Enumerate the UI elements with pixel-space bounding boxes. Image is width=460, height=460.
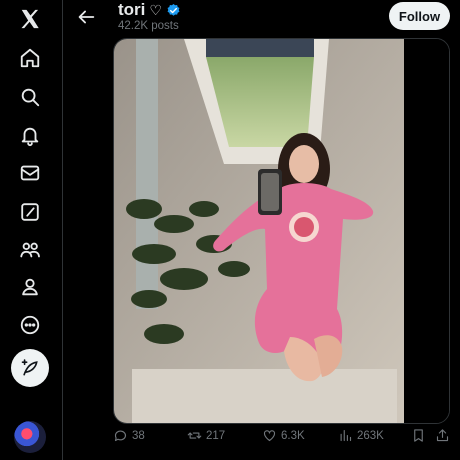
heart-glyph: ♡ — [149, 1, 162, 18]
follow-button[interactable]: Follow — [389, 2, 450, 30]
bookmark-icon — [414, 429, 423, 442]
account-avatar[interactable] — [14, 421, 46, 453]
repost-button[interactable]: 217 — [187, 428, 225, 443]
post-media-image[interactable] — [113, 38, 450, 424]
reply-icon — [114, 430, 127, 442]
back-arrow-icon[interactable] — [75, 6, 97, 28]
reply-button[interactable]: 38 — [113, 428, 145, 443]
profile-icon[interactable] — [15, 272, 45, 302]
compose-post-button[interactable] — [11, 349, 49, 387]
bookmark-button[interactable] — [411, 428, 426, 443]
views-button[interactable]: 263K — [338, 428, 384, 443]
bell-icon[interactable] — [15, 121, 45, 151]
communities-icon[interactable] — [15, 235, 45, 265]
search-icon[interactable] — [15, 82, 45, 112]
compose-post-icon — [21, 359, 38, 376]
x-logo-icon[interactable] — [15, 4, 45, 34]
post-count: 42.2K posts — [118, 20, 179, 32]
heart-icon — [263, 430, 276, 442]
mail-icon[interactable] — [15, 158, 45, 188]
share-button[interactable] — [435, 428, 450, 443]
profile-name: tori — [118, 0, 146, 19]
grok-icon[interactable] — [15, 197, 45, 227]
share-icon — [436, 429, 449, 442]
view-count: 263K — [357, 429, 384, 442]
like-count: 6.3K — [281, 429, 305, 442]
more-icon[interactable] — [15, 310, 45, 340]
repost-count: 217 — [206, 429, 226, 442]
reply-count: 38 — [132, 429, 145, 442]
post-actions-bar: 38 217 6.3K 263K — [113, 428, 453, 450]
verified-badge-icon — [167, 3, 180, 16]
like-button[interactable]: 6.3K — [262, 428, 305, 443]
profile-header: tori ♡ 42.2K posts Follow — [63, 0, 460, 36]
repost-icon — [187, 432, 202, 439]
views-chart-icon — [340, 429, 352, 442]
sidebar — [0, 0, 63, 460]
home-icon[interactable] — [15, 43, 45, 73]
profile-name-row: tori ♡ — [118, 0, 181, 20]
